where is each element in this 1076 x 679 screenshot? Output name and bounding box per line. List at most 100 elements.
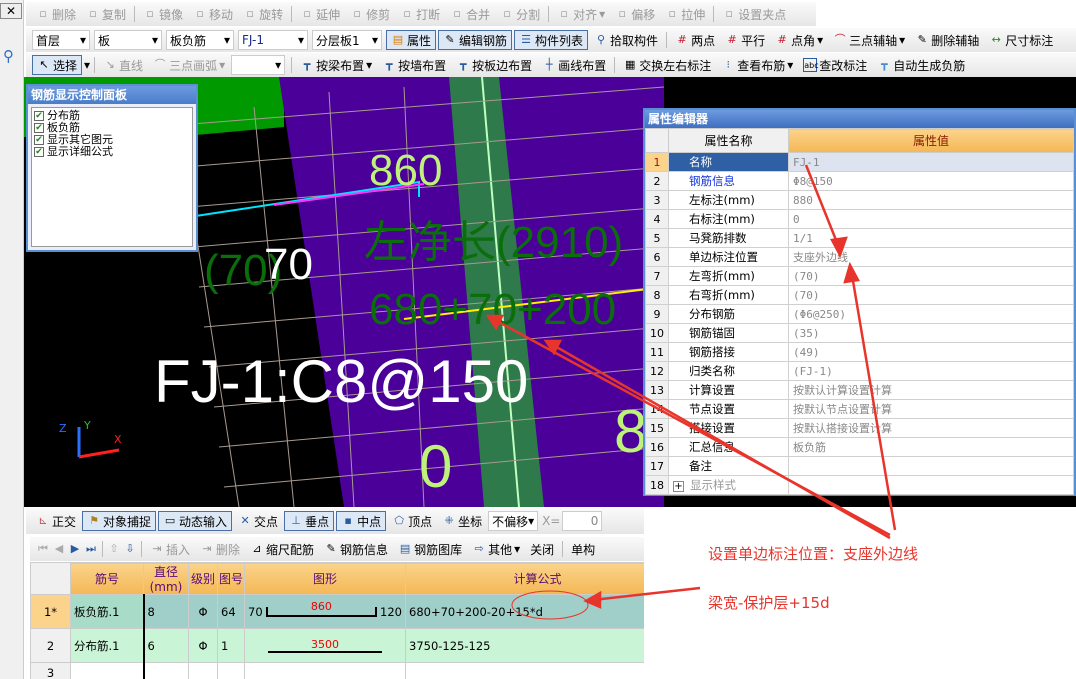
attr-button[interactable]: ▤ 属性 <box>386 30 437 50</box>
tool-button-5[interactable]: ▫ 延伸 <box>296 4 344 24</box>
line-button[interactable]: ↘ 直线 <box>99 55 147 75</box>
perp-button[interactable]: ⊥ 垂点 <box>284 511 335 531</box>
property-row[interactable]: 10 钢筋锚固 (35) <box>645 323 1074 343</box>
property-row[interactable]: 15 搭接设置 按默认搭接设置计算 <box>645 418 1074 438</box>
property-row[interactable]: 7 左弯折(mm) (70) <box>645 266 1074 286</box>
point-angle-button[interactable]: # 点角 ▾ <box>771 30 827 50</box>
rebar-row[interactable]: 3 <box>30 662 644 679</box>
diameter[interactable]: 6 <box>142 628 189 663</box>
osnap-button[interactable]: ⚑ 对象捕捉 <box>82 511 157 531</box>
by-wall-button[interactable]: ┳ 按墙布置 <box>378 55 450 75</box>
property-row[interactable]: 14 节点设置 按默认节点设置计算 <box>645 399 1074 419</box>
property-row[interactable]: 4 右标注(mm) 0 <box>645 209 1074 229</box>
rebar-info-button[interactable]: ✎ 钢筋信息 <box>320 539 392 559</box>
property-value[interactable]: 按默认节点设置计算 <box>788 399 1074 419</box>
subtype-select[interactable]: 板负筋 ▾ <box>166 30 234 50</box>
figure-no[interactable] <box>217 662 245 679</box>
property-value[interactable]: (70) <box>788 285 1074 305</box>
bar-name[interactable]: 板负筋.1 <box>70 594 144 629</box>
property-value[interactable]: (49) <box>788 342 1074 362</box>
component-select[interactable]: FJ-1 ▾ <box>238 30 308 50</box>
property-row[interactable]: 13 计算设置 按默认计算设置计算 <box>645 380 1074 400</box>
tool-button-13[interactable]: ▫ 设置夹点 <box>718 4 790 24</box>
checkbox-checked-icon[interactable]: ✔ <box>34 111 44 121</box>
property-row[interactable]: 5 马凳筋排数 1/1 <box>645 228 1074 248</box>
formula[interactable]: 3750-125-125 <box>405 628 644 663</box>
rebar-row[interactable]: 2 分布筋.1 6 Φ 1 3500 3750-125-125 <box>30 628 644 663</box>
figure-no[interactable]: 64 <box>217 594 245 629</box>
bar-name[interactable]: 分布筋.1 <box>70 628 144 663</box>
view-rebar-button[interactable]: ⁝ 查看布筋 ▾ <box>717 55 797 75</box>
tool-button-10[interactable]: ▫ 对齐 ▾ <box>553 4 609 24</box>
search-icon[interactable]: ⚲ <box>3 47 14 65</box>
property-value[interactable]: 1/1 <box>788 228 1074 248</box>
auto-neg-button[interactable]: ┳ 自动生成负筋 <box>873 55 969 75</box>
first-icon[interactable]: ⏮ <box>36 542 50 556</box>
property-value[interactable]: 按默认计算设置计算 <box>788 380 1074 400</box>
tool-button-0[interactable]: ▫ 删除 <box>32 4 80 24</box>
checkbox-checked-icon[interactable]: ✔ <box>34 135 44 145</box>
property-row[interactable]: 2 钢筋信息 Φ8@150 <box>645 171 1074 191</box>
tool-button-7[interactable]: ▫ 打断 <box>396 4 444 24</box>
tool-button-3[interactable]: ▫ 移动 <box>189 4 237 24</box>
layer-select[interactable]: 分层板1 ▾ <box>312 30 382 50</box>
property-value[interactable]: FJ-1 <box>788 152 1074 172</box>
ortho-button[interactable]: ⊾ 正交 <box>32 511 80 531</box>
property-row[interactable]: 18 + 显示样式 <box>645 475 1074 495</box>
move-down-icon[interactable]: ⇩ <box>123 542 137 556</box>
dyn-input-button[interactable]: ▭ 动态输入 <box>158 511 233 531</box>
by-slab-edge-button[interactable]: ┳ 按板边布置 <box>452 55 536 75</box>
property-value[interactable]: 支座外边线 <box>788 247 1074 267</box>
property-value[interactable]: 板负筋 <box>788 437 1074 457</box>
display-checkbox[interactable]: ✔ 显示详细公式 <box>34 146 190 158</box>
tool-button-11[interactable]: ▫ 偏移 <box>611 4 659 24</box>
checkbox-checked-icon[interactable]: ✔ <box>34 147 44 157</box>
property-value[interactable]: (Φ6@250) <box>788 304 1074 324</box>
delete-axis-button[interactable]: ✎ 删除辅轴 <box>911 30 983 50</box>
bar-name[interactable] <box>70 662 144 679</box>
grade[interactable]: Φ <box>188 628 218 663</box>
component-list-button[interactable]: ☰ 构件列表 <box>514 30 589 50</box>
formula[interactable] <box>405 662 644 679</box>
pick-button[interactable]: ⚲ 拾取构件 <box>590 30 662 50</box>
tool-button-2[interactable]: ▫ 镜像 <box>139 4 187 24</box>
property-row[interactable]: 1 名称 FJ-1 <box>645 152 1074 172</box>
property-row[interactable]: 8 右弯折(mm) (70) <box>645 285 1074 305</box>
edit-label-button[interactable]: abc 查改标注 <box>799 55 871 75</box>
grade[interactable]: Φ <box>188 594 218 629</box>
by-line-button[interactable]: ┼ 画线布置 <box>538 55 610 75</box>
dropdown-icon[interactable]: ▾ <box>84 58 90 72</box>
rebar-row[interactable]: 1* 板负筋.1 8 Φ 64 70 860 120 680+70+200-20+15*d <box>30 594 644 629</box>
rebar-lib-button[interactable]: ▤ 钢筋图库 <box>394 539 466 559</box>
prev-icon[interactable]: ◀ <box>52 542 66 556</box>
tool-button-1[interactable]: ▫ 复制 <box>82 4 130 24</box>
expand-icon[interactable]: + <box>673 481 684 492</box>
coord-button[interactable]: ⁜ 坐标 <box>438 511 486 531</box>
property-value[interactable]: (70) <box>788 266 1074 286</box>
property-row[interactable]: 12 归类名称 (FJ-1) <box>645 361 1074 381</box>
other-button[interactable]: ⇨ 其他 ▾ <box>468 539 524 559</box>
property-value[interactable]: 880 <box>788 190 1074 210</box>
last-icon[interactable]: ⏭ <box>84 542 98 556</box>
next-icon[interactable]: ▶ <box>68 542 82 556</box>
property-row[interactable]: 6 单边标注位置 支座外边线 <box>645 247 1074 267</box>
intersect-button[interactable]: ✕ 交点 <box>234 511 282 531</box>
checkbox-checked-icon[interactable]: ✔ <box>34 123 44 133</box>
vertex-button[interactable]: ⬠ 顶点 <box>388 511 436 531</box>
two-point-button[interactable]: # 两点 <box>671 30 719 50</box>
property-row[interactable]: 3 左标注(mm) 880 <box>645 190 1074 210</box>
insert-button[interactable]: ⇥ 插入 <box>146 539 194 559</box>
diameter[interactable] <box>142 662 189 679</box>
tool-button-8[interactable]: ▫ 合并 <box>446 4 494 24</box>
move-up-icon[interactable]: ⇧ <box>107 542 121 556</box>
mid-button[interactable]: ▪ 中点 <box>336 511 387 531</box>
edit-rebar-button[interactable]: ✎ 编辑钢筋 <box>438 30 513 50</box>
diameter[interactable]: 8 <box>142 594 189 629</box>
type-select[interactable]: 板 ▾ <box>94 30 162 50</box>
tool-button-4[interactable]: ▫ 旋转 <box>239 4 287 24</box>
x-input[interactable]: 0 <box>562 511 603 531</box>
dimension-button[interactable]: ↔ 尺寸标注 <box>985 30 1057 50</box>
delete-row-button[interactable]: ⇥ 删除 <box>196 539 244 559</box>
by-beam-button[interactable]: ┳ 按梁布置 ▾ <box>296 55 376 75</box>
property-value[interactable] <box>788 475 1074 495</box>
